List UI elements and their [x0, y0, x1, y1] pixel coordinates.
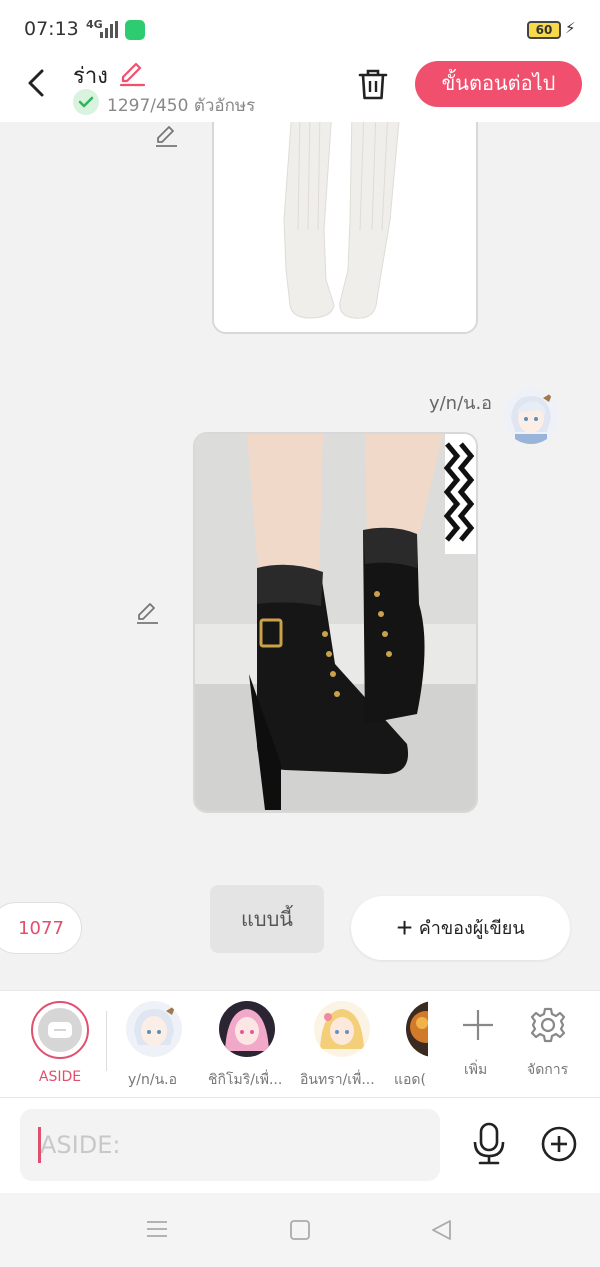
- aside-icon: [38, 1008, 82, 1052]
- manage-label[interactable]: จัดการ: [527, 1059, 568, 1081]
- input-area: ASIDE:: [0, 1098, 600, 1193]
- status-bar: 07:13 4G 60 ⚡: [0, 0, 600, 58]
- divider: [106, 1011, 107, 1071]
- message-image-boots[interactable]: [193, 432, 478, 813]
- system-nav-bar: [0, 1193, 600, 1267]
- character-bar: ASIDE y/n/น.อ ชิกิโมริ/เพื่... อินทรา/เพ…: [0, 990, 600, 1098]
- next-step-button[interactable]: ขั้นตอนต่อไป: [415, 61, 582, 107]
- character-item[interactable]: [217, 1001, 277, 1059]
- text-caret: [38, 1127, 41, 1163]
- message-input[interactable]: ASIDE:: [20, 1109, 440, 1181]
- author-note-label: คำของผู้เขียน: [418, 918, 525, 938]
- character-avatar: [219, 1001, 275, 1057]
- plus-icon: +: [396, 912, 413, 943]
- back-icon[interactable]: [22, 66, 52, 100]
- message-chip[interactable]: แบบนี้: [210, 885, 324, 953]
- header: ร่าง 1297/450 ตัวอักษร ขั้นตอนต่อไป: [0, 58, 600, 122]
- character-count: 1297/450 ตัวอักษร: [107, 96, 256, 116]
- edit-message-icon[interactable]: [134, 600, 160, 626]
- add-label[interactable]: เพิ่ม: [464, 1059, 487, 1081]
- word-count-badge[interactable]: 1077: [0, 902, 82, 954]
- gear-icon[interactable]: [528, 1005, 568, 1045]
- message-image-socks[interactable]: [212, 122, 478, 334]
- charging-icon: ⚡: [565, 19, 576, 37]
- author-note-button[interactable]: + คำของผู้เขียน: [351, 896, 570, 960]
- back-nav-icon[interactable]: [430, 1219, 452, 1241]
- menu-icon[interactable]: [146, 1219, 168, 1239]
- battery-icon: 60: [527, 21, 561, 39]
- signal-icon: [100, 21, 118, 38]
- microphone-icon[interactable]: [470, 1122, 508, 1166]
- plus-icon[interactable]: [458, 1005, 498, 1045]
- character-item[interactable]: [312, 1001, 372, 1059]
- socks-image: [214, 122, 476, 332]
- edit-message-icon[interactable]: [153, 123, 179, 149]
- check-icon: [73, 89, 99, 115]
- boots-image: [195, 434, 476, 811]
- character-avatar: [314, 1001, 370, 1057]
- aside-selector[interactable]: [31, 1001, 89, 1059]
- draft-title[interactable]: ร่าง: [73, 58, 108, 93]
- app-notification-icon: [125, 20, 145, 40]
- character-name: y/n/น.อ: [128, 1072, 178, 1088]
- character-name: แอด(: [394, 1072, 426, 1088]
- chat-area: y/n/น.อ 1077 แบบนี้ + คำของผู้เขียน: [0, 122, 600, 990]
- character-avatar: [406, 1001, 428, 1057]
- trash-icon[interactable]: [356, 66, 390, 102]
- status-time: 07:13: [24, 18, 79, 40]
- character-avatar: [126, 1001, 182, 1057]
- edit-title-icon[interactable]: [118, 60, 146, 88]
- character-name: อินทรา/เพื่...: [300, 1072, 375, 1088]
- character-item[interactable]: [124, 1001, 184, 1059]
- aside-label: ASIDE: [38, 1069, 82, 1085]
- character-item[interactable]: [404, 1001, 428, 1059]
- character-name: ชิกิโมริ/เพื่...: [208, 1072, 283, 1088]
- sender-name: y/n/น.อ: [428, 393, 492, 414]
- add-circle-icon[interactable]: [540, 1125, 578, 1163]
- avatar[interactable]: [503, 388, 559, 444]
- home-icon[interactable]: [289, 1219, 311, 1241]
